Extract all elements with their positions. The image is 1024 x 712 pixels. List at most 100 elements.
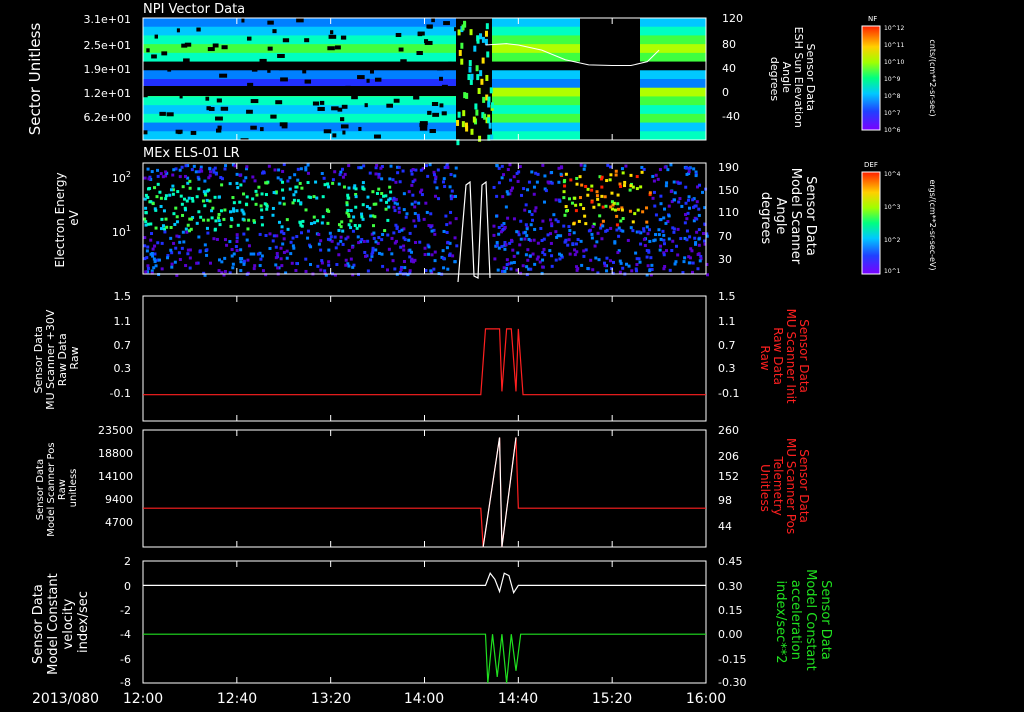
heatmap-cell (300, 224, 304, 228)
heatmap-cell (446, 267, 450, 271)
heatmap-cell (186, 252, 190, 256)
heatmap-cell (598, 214, 602, 218)
heatmap-cell (223, 167, 227, 171)
heatmap-cell (505, 263, 509, 267)
heatmap-cell (323, 129, 332, 134)
heatmap-cell (344, 263, 348, 267)
heatmap-cell (144, 270, 148, 274)
heatmap-cell (299, 167, 303, 171)
x-axis-date: 2013/080 (32, 691, 99, 707)
heatmap-cell (347, 186, 351, 190)
heatmap-cell (192, 164, 196, 168)
heatmap-cell (584, 222, 588, 226)
heatmap-cell (214, 219, 218, 223)
heatmap-cell (295, 235, 299, 239)
y2-tick: 70 (718, 230, 732, 243)
y-tick: 1.9e+01 (84, 63, 131, 76)
heatmap-cell (612, 201, 616, 205)
heatmap-cell (634, 251, 638, 255)
plot-page: NPI Vector Data Sector Unitless 3.1e+01 … (0, 0, 1024, 708)
heatmap-cell (640, 61, 706, 71)
heatmap-cell (698, 183, 702, 187)
heatmap-cell (559, 234, 563, 238)
heatmap-cell (290, 261, 294, 265)
heatmap-cell (609, 173, 613, 177)
heatmap-cell (256, 252, 260, 256)
heatmap-cell (562, 224, 566, 228)
heatmap-cell (614, 173, 618, 177)
heatmap-cell (411, 180, 415, 184)
y-axis-title: Sensor Data Model Scanner Pos Raw unitle… (35, 439, 79, 536)
heatmap-cell (340, 220, 344, 224)
heatmap-cell (333, 170, 337, 174)
heatmap-cell (574, 209, 578, 213)
heatmap-cell (366, 239, 370, 243)
heatmap-cell (458, 49, 462, 56)
heatmap-cell (388, 185, 392, 189)
heatmap-cell (603, 195, 607, 199)
heatmap-cell (247, 82, 254, 87)
heatmap-cell (550, 170, 554, 174)
heatmap-cell (196, 27, 201, 32)
heatmap-cell (529, 267, 533, 271)
heatmap-cell (254, 202, 258, 206)
heatmap-cell (575, 182, 579, 186)
heatmap-cell (397, 206, 401, 210)
heatmap-cell (242, 212, 246, 216)
heatmap-cell (417, 201, 421, 205)
heatmap-cell (369, 214, 373, 218)
heatmap-cell (665, 181, 669, 185)
y-tick: 0.3 (114, 362, 132, 375)
heatmap-cell (433, 259, 437, 263)
heatmap-cell (175, 234, 179, 238)
heatmap-cell (484, 38, 488, 45)
heatmap-cell (320, 221, 324, 225)
heatmap-cell (497, 166, 501, 170)
heatmap-cell (150, 232, 154, 236)
heatmap-cell (616, 251, 620, 255)
ylabel-line: Sector Unitless (26, 23, 44, 136)
heatmap-cell (492, 52, 580, 63)
y2-tick: -40 (722, 110, 740, 123)
heatmap-cell (152, 266, 156, 270)
heatmap-cell (442, 229, 446, 233)
heatmap-cell (241, 217, 245, 221)
heatmap-cell (349, 219, 353, 223)
heatmap-cell (159, 204, 163, 208)
heatmap-cell (229, 216, 233, 220)
heatmap-cell (319, 268, 323, 272)
heatmap-cell (546, 180, 550, 184)
heatmap-cell (267, 46, 273, 51)
heatmap-cell (568, 252, 572, 256)
heatmap-cell (143, 96, 456, 106)
heatmap-cell (685, 238, 689, 242)
heatmap-cell (344, 237, 348, 241)
heatmap-cell (143, 130, 148, 135)
heatmap-cell (217, 212, 221, 216)
heatmap-cell (261, 269, 265, 273)
heatmap-cell (340, 124, 349, 129)
heatmap-cell (181, 185, 185, 189)
heatmap-cell (455, 244, 459, 248)
heatmap-cell (564, 209, 568, 213)
heatmap-cell (368, 206, 372, 210)
colorbar-tick: 10^11 (884, 42, 904, 49)
heatmap-cell (272, 234, 276, 238)
heatmap-cell (659, 202, 663, 206)
heatmap-cell (249, 252, 253, 256)
heatmap-cell (616, 193, 620, 197)
heatmap-cell (288, 176, 292, 180)
heatmap-cell (317, 242, 321, 246)
heatmap-cell (387, 247, 391, 251)
heatmap-cell (351, 245, 355, 249)
heatmap-cell (575, 265, 579, 269)
heatmap-cell (636, 208, 640, 212)
heatmap-cell (203, 243, 207, 247)
heatmap-cell (647, 249, 651, 253)
heatmap-cell (385, 268, 389, 272)
heatmap-cell (349, 209, 353, 213)
heatmap-cell (247, 244, 251, 248)
heatmap-cell (554, 198, 558, 202)
heatmap-cell (695, 230, 699, 234)
heatmap-cell (180, 202, 184, 206)
